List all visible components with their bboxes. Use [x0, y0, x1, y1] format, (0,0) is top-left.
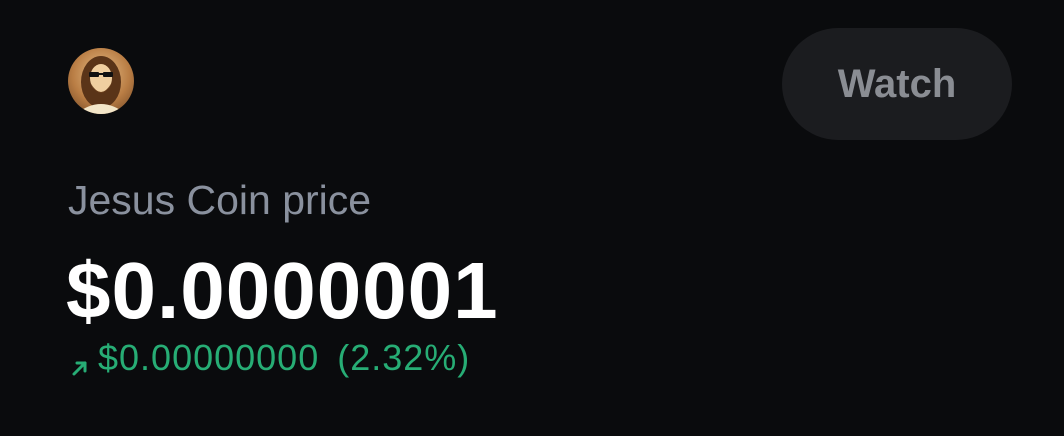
change-percent: (2.32%)	[337, 337, 471, 378]
price-change: $0.00000000 (2.32%)	[68, 336, 470, 380]
arrow-up-right-icon	[68, 346, 92, 376]
jesus-coin-avatar-icon	[68, 48, 134, 114]
price-label: Jesus Coin price	[68, 177, 372, 223]
watch-button[interactable]: Watch	[782, 28, 1012, 140]
price-value: $0.0000001	[66, 246, 499, 335]
change-amount: $0.00000000	[98, 337, 320, 378]
